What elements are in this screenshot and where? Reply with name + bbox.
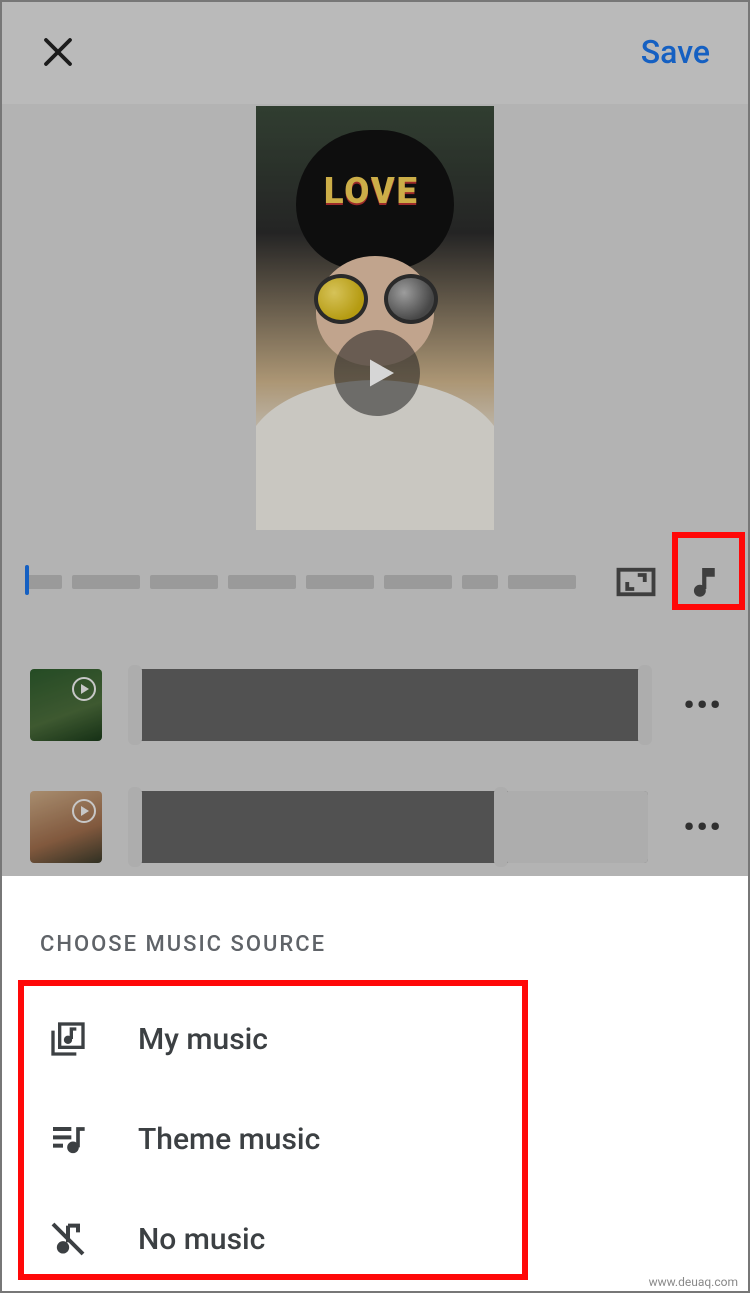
timeline-segment[interactable] — [508, 575, 576, 589]
watermark: www.deuaq.com — [645, 1275, 742, 1289]
clip-more-button[interactable]: ••• — [678, 688, 728, 723]
clip-row: ••• — [30, 766, 728, 888]
trim-handle-right[interactable] — [494, 787, 508, 867]
clip-thumbnail[interactable] — [30, 669, 102, 741]
play-icon — [72, 677, 96, 701]
clip-trimmer[interactable] — [132, 669, 648, 741]
playhead[interactable] — [25, 565, 29, 595]
timeline-segment[interactable] — [150, 575, 218, 589]
music-off-icon — [46, 1217, 90, 1261]
clip-thumbnail[interactable] — [30, 791, 102, 863]
option-label: No music — [138, 1222, 265, 1257]
clip-list: ••• ••• — [0, 632, 750, 876]
more-horiz-icon: ••• — [683, 810, 722, 845]
queue-music-icon — [46, 1117, 90, 1161]
video-preview[interactable]: LOVE — [256, 106, 494, 530]
trim-handle-left[interactable] — [128, 787, 142, 867]
timeline-segment[interactable] — [72, 575, 140, 589]
option-theme-music[interactable]: Theme music — [46, 1089, 748, 1189]
timeline-segment[interactable] — [384, 575, 452, 589]
play-icon — [361, 355, 397, 391]
close-button[interactable] — [40, 34, 76, 70]
play-icon — [72, 799, 96, 823]
timeline-segment[interactable] — [228, 575, 296, 589]
option-label: Theme music — [138, 1122, 320, 1157]
topbar: Save — [0, 0, 750, 104]
clip-row: ••• — [30, 644, 728, 766]
trim-handle-left[interactable] — [128, 665, 142, 745]
more-horiz-icon: ••• — [683, 688, 722, 723]
video-preview-area: LOVE — [0, 104, 750, 532]
option-my-music[interactable]: My music — [46, 989, 748, 1089]
music-options: My music Theme music — [2, 989, 748, 1289]
music-button[interactable] — [680, 556, 732, 608]
option-no-music[interactable]: No music — [46, 1189, 748, 1289]
music-source-sheet: CHOOSE MUSIC SOURCE My music — [2, 876, 748, 1291]
aspect-ratio-button[interactable] — [610, 556, 662, 608]
timeline-segments[interactable] — [26, 571, 592, 593]
close-icon — [40, 34, 76, 70]
preview-overlay-text: LOVE — [324, 170, 419, 212]
save-button[interactable]: Save — [641, 33, 710, 71]
option-label: My music — [138, 1022, 268, 1057]
music-note-icon — [685, 561, 727, 603]
play-button[interactable] — [334, 330, 420, 416]
aspect-ratio-icon — [615, 561, 657, 603]
timeline-segment[interactable] — [26, 575, 62, 589]
library-music-icon — [46, 1017, 90, 1061]
timeline-segment[interactable] — [462, 575, 498, 589]
clip-more-button[interactable]: ••• — [678, 810, 728, 845]
timeline-strip — [0, 532, 750, 632]
clip-trimmer[interactable] — [132, 791, 648, 863]
sheet-title: CHOOSE MUSIC SOURCE — [2, 876, 748, 989]
timeline-segment[interactable] — [306, 575, 374, 589]
trim-handle-right[interactable] — [638, 665, 652, 745]
